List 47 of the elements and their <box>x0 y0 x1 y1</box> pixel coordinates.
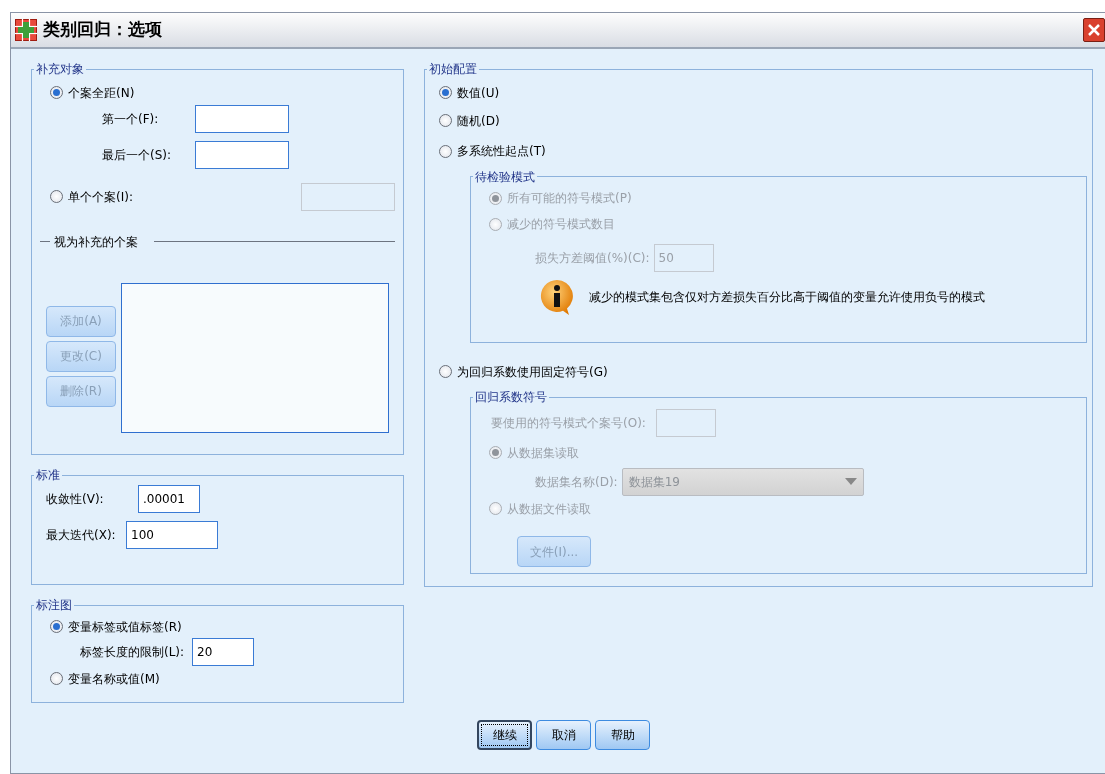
label: 第一个(F): <box>102 110 160 128</box>
radio-button[interactable] <box>50 190 63 203</box>
radio-label[interactable]: 变量标签或值标签(R) <box>68 617 182 636</box>
radio-label[interactable]: 单个个案(I): <box>68 187 133 206</box>
radio-button[interactable] <box>439 365 452 378</box>
group-title: 回归系数符号 <box>474 391 548 403</box>
text-field[interactable] <box>195 140 289 169</box>
label: 收敛性(V): <box>46 491 105 508</box>
section-heading: 视为补充的个案 <box>54 233 138 251</box>
label: 最大迭代(X): <box>46 527 117 544</box>
text-field[interactable]: .00001 <box>138 485 200 513</box>
close-button[interactable] <box>1083 18 1105 42</box>
dialog-button[interactable]: 帮助 <box>595 720 650 750</box>
dialog-button[interactable]: 继续 <box>477 720 532 750</box>
label: 要使用的符号模式个案号(O): <box>491 415 646 432</box>
table-icon <box>15 19 37 41</box>
radio-button[interactable] <box>50 86 63 99</box>
group-title: 标准 <box>35 469 61 481</box>
text-field[interactable]: 100 <box>126 521 218 549</box>
close-icon <box>1087 23 1101 37</box>
text-field[interactable] <box>195 104 289 133</box>
text-field[interactable]: 20 <box>192 637 255 666</box>
case-list[interactable] <box>121 282 389 433</box>
radio-label[interactable]: 多系统性起点(T) <box>457 142 546 160</box>
radio-label[interactable]: 个案全距(N) <box>68 83 135 102</box>
group-title: 初始配置 <box>428 63 478 75</box>
radio-label[interactable]: 随机(D) <box>457 111 500 130</box>
radio-button[interactable] <box>439 86 452 99</box>
radio-label[interactable]: 为回归系数使用固定符号(G) <box>457 362 608 381</box>
info-text: 减少的模式集包含仅对方差损失百分比高于阈值的变量允许使用负号的模式 <box>589 288 985 306</box>
label: 标签长度的限制(L): <box>80 643 185 661</box>
info-icon <box>539 277 575 316</box>
label: 损失方差阈值(%)(C): <box>535 249 650 267</box>
group-title: 待检验模式 <box>474 170 536 183</box>
radio-label[interactable]: 变量名称或值(M) <box>68 669 160 688</box>
radio-button[interactable] <box>439 144 452 158</box>
group-title: 标注图 <box>35 599 73 611</box>
radio-label[interactable]: 数值(U) <box>457 83 500 102</box>
radio-button[interactable] <box>50 620 63 633</box>
caret-icon <box>844 478 857 485</box>
radio-button[interactable] <box>439 114 452 127</box>
label: 数据集名称(D): <box>535 473 618 491</box>
window-title: 类别回归：选项 <box>43 18 162 42</box>
radio-button[interactable] <box>50 672 63 685</box>
group-title: 补充对象 <box>35 63 85 75</box>
dialog-button[interactable]: 取消 <box>536 720 591 750</box>
label: 最后一个(S): <box>102 146 173 164</box>
